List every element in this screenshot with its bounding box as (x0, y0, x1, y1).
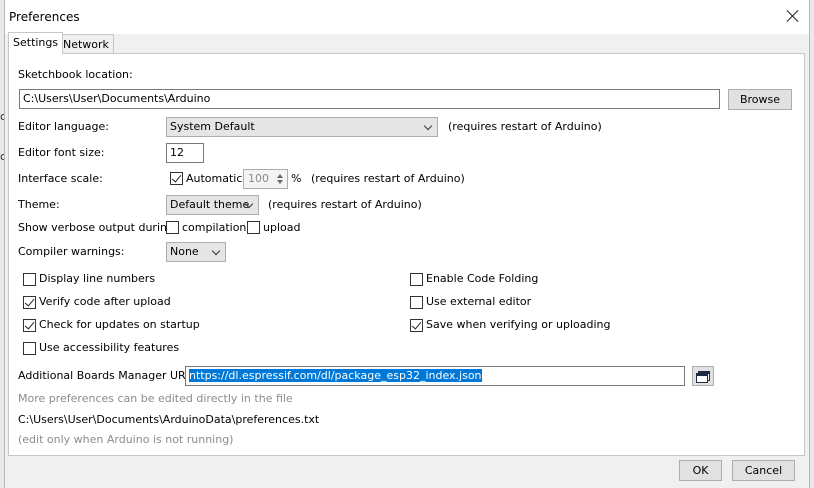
verbose-compilation-checkbox[interactable] (166, 221, 179, 234)
verbose-upload-label: upload (263, 221, 301, 234)
boards-manager-label: Additional Boards Manager URLs: (18, 369, 202, 382)
verbose-compilation-label: compilation (182, 221, 247, 234)
option-label: Use accessibility features (39, 341, 180, 354)
scale-spinner[interactable]: 100 (243, 169, 288, 189)
editor-language-label: Editor language: (18, 120, 109, 133)
option-label: Enable Code Folding (426, 272, 539, 285)
sketchbook-label: Sketchbook location: (18, 68, 133, 81)
more-preferences-note: More preferences can be edited directly … (18, 392, 293, 405)
accessibility-checkbox[interactable] (23, 342, 36, 355)
font-size-label: Editor font size: (18, 146, 105, 159)
verify-after-upload-checkbox[interactable] (23, 296, 36, 309)
tab-network[interactable]: Network (58, 34, 114, 54)
option-label: Save when verifying or uploading (426, 318, 611, 331)
url-list-editor-button[interactable] (692, 366, 714, 386)
option-label: Check for updates on startup (39, 318, 200, 331)
verbose-upload-checkbox[interactable] (247, 221, 260, 234)
option-label: Display line numbers (39, 272, 156, 285)
spinner-up-icon[interactable] (277, 174, 283, 178)
boards-manager-url-input[interactable]: nttps://dl.espressif.com/dl/package_esp3… (185, 366, 685, 386)
preferences-file-path: C:\Users\User\Documents\ArduinoData\pref… (18, 413, 320, 426)
scale-unit: % (291, 172, 302, 185)
tab-settings[interactable]: Settings (8, 32, 64, 54)
editor-language-note: (requires restart of Arduino) (448, 120, 602, 133)
sketchbook-path-input[interactable]: C:\Users\User\Documents\Arduino (19, 89, 720, 109)
theme-label: Theme: (18, 198, 60, 211)
theme-select[interactable]: Default theme (166, 195, 259, 215)
chevron-down-icon (423, 121, 433, 131)
ok-button[interactable]: OK (679, 460, 722, 481)
code-folding-checkbox[interactable] (410, 273, 423, 286)
display-line-numbers-checkbox[interactable] (23, 273, 36, 286)
automatic-scale-label: Automatic (186, 172, 243, 185)
spinner-down-icon[interactable] (277, 180, 283, 184)
editor-language-select[interactable]: System Default (166, 117, 438, 137)
option-label: Verify code after upload (39, 295, 171, 308)
boards-manager-url-text: nttps://dl.espressif.com/dl/package_esp3… (189, 369, 482, 382)
save-when-verifying-checkbox[interactable] (410, 319, 423, 332)
font-size-input[interactable]: 12 (166, 143, 204, 163)
close-icon[interactable] (785, 8, 801, 24)
automatic-scale-checkbox[interactable] (170, 172, 183, 185)
editor-language-value: System Default (170, 120, 255, 133)
browse-button[interactable]: Browse (728, 89, 792, 110)
theme-note: (requires restart of Arduino) (268, 198, 422, 211)
window-title: Preferences (9, 10, 80, 24)
external-editor-checkbox[interactable] (410, 296, 423, 309)
theme-value: Default theme (170, 198, 250, 211)
interface-scale-label: Interface scale: (18, 172, 103, 185)
interface-scale-note: (requires restart of Arduino) (311, 172, 465, 185)
compiler-warnings-value: None (170, 245, 199, 258)
cancel-button[interactable]: Cancel (732, 460, 795, 481)
compiler-warnings-label: Compiler warnings: (18, 245, 125, 258)
settings-panel: Sketchbook location: C:\Users\User\Docum… (8, 53, 805, 456)
verbose-label: Show verbose output during: (18, 221, 178, 234)
preferences-dialog: Preferences Settings Network Sketchbook … (4, 0, 810, 488)
option-label: Use external editor (426, 295, 532, 308)
check-updates-checkbox[interactable] (23, 319, 36, 332)
edit-only-note: (edit only when Arduino is not running) (18, 433, 234, 446)
title-bar: Preferences (5, 0, 809, 34)
scale-spinner-value: 100 (248, 172, 269, 185)
compiler-warnings-select[interactable]: None (166, 242, 226, 262)
chevron-down-icon (211, 246, 221, 256)
